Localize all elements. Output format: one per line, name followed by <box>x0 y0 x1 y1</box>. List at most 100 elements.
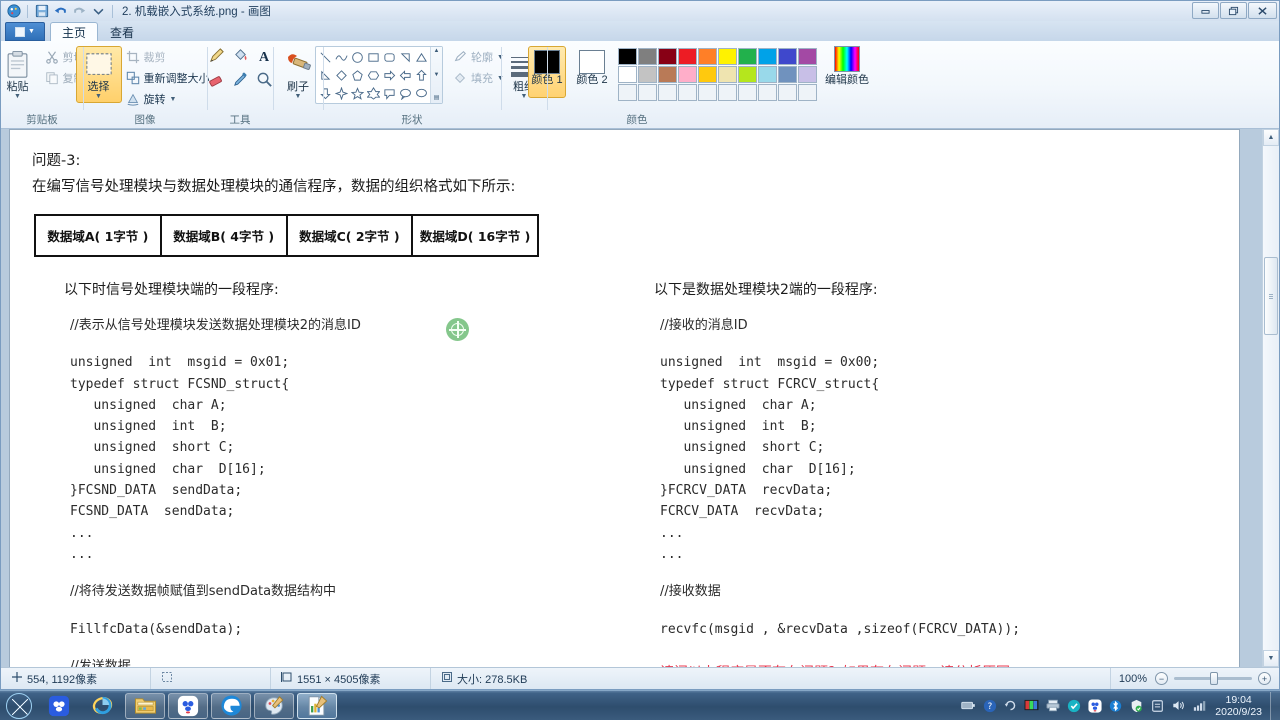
palette-swatch[interactable] <box>758 48 777 65</box>
bluetooth-icon[interactable] <box>1108 698 1123 713</box>
paste-button[interactable]: 粘贴 ▼ <box>0 46 41 103</box>
resize-button[interactable]: 重新调整大小 <box>122 68 215 88</box>
edit-colors-button[interactable]: 编辑颜色 <box>824 46 870 87</box>
shape-right-arrow[interactable] <box>381 66 397 84</box>
network-icon[interactable] <box>1192 698 1207 713</box>
palette-swatch[interactable] <box>778 48 797 65</box>
palette-swatch[interactable] <box>718 66 737 83</box>
palette-swatch[interactable] <box>738 84 757 101</box>
zoom-slider-thumb[interactable] <box>1210 672 1218 685</box>
palette-swatch[interactable] <box>798 48 817 65</box>
redo-icon[interactable] <box>71 3 88 19</box>
select-button[interactable]: 选择 ▼ <box>75 46 122 103</box>
color-picker-tool-button[interactable] <box>228 70 252 94</box>
palette-swatch[interactable] <box>658 66 677 83</box>
baidu-icon[interactable] <box>1087 698 1102 713</box>
shape-hexagon[interactable] <box>365 66 381 84</box>
shape-rounded-callout[interactable] <box>381 84 397 102</box>
minimize-button[interactable] <box>1192 2 1219 19</box>
taskbar-item-baidu-netdisk-pinned[interactable] <box>39 693 79 719</box>
palette-swatch[interactable] <box>658 48 677 65</box>
taskbar-item-internet-explorer[interactable] <box>82 693 122 719</box>
tab-home[interactable]: 主页 <box>50 22 99 41</box>
shape-left-arrow[interactable] <box>397 66 413 84</box>
zoom-slider[interactable] <box>1174 672 1252 685</box>
shield-icon[interactable] <box>1129 698 1144 713</box>
scroll-up-arrow-icon[interactable]: ▲ <box>1263 129 1279 146</box>
canvas-vertical-scrollbar[interactable]: ▲ ▼ <box>1262 129 1279 667</box>
application-menu-button[interactable]: ▼ <box>5 22 45 41</box>
save-icon[interactable] <box>33 3 50 19</box>
help-icon[interactable]: ? <box>982 698 997 713</box>
printer-icon[interactable] <box>1045 698 1060 713</box>
palette-swatch[interactable] <box>778 84 797 101</box>
outline-button[interactable]: 轮廓 ▼ <box>449 47 509 67</box>
palette-swatch[interactable] <box>678 66 697 83</box>
taskbar-item-paint-window-2[interactable] <box>297 692 337 719</box>
palette-swatch[interactable] <box>638 48 657 65</box>
taskbar-item-paint-window-1[interactable] <box>254 692 294 719</box>
zoom-in-button[interactable]: + <box>1258 672 1271 685</box>
color1-button[interactable]: 颜色 1 <box>528 46 566 98</box>
shape-cloud-callout[interactable] <box>413 84 429 102</box>
shape-five-point-star[interactable] <box>349 84 365 102</box>
shape-rounded-rectangle[interactable] <box>381 48 397 66</box>
close-button[interactable] <box>1248 2 1277 19</box>
crop-button[interactable]: 裁剪 <box>122 47 215 67</box>
taskbar-clock[interactable]: 19:04 2020/9/23 <box>1211 694 1270 718</box>
palette-swatch[interactable] <box>658 84 677 101</box>
palette-swatch[interactable] <box>678 48 697 65</box>
shape-four-point-star[interactable] <box>333 84 349 102</box>
shapes-gallery-scroll[interactable]: ▲ ▼ ▤ <box>430 47 443 103</box>
antivirus-icon[interactable] <box>1066 698 1081 713</box>
shape-triangle[interactable] <box>413 48 429 66</box>
palette-swatch[interactable] <box>638 66 657 83</box>
start-button[interactable] <box>2 692 36 720</box>
scrollbar-thumb[interactable] <box>1264 257 1278 335</box>
eraser-tool-button[interactable] <box>204 70 228 94</box>
action-center-icon[interactable] <box>1150 698 1165 713</box>
palette-swatch[interactable] <box>798 84 817 101</box>
taskbar-item-microsoft-edge[interactable] <box>211 692 251 719</box>
color2-button[interactable]: 颜色 2 <box>573 46 611 98</box>
shape-line[interactable] <box>317 48 333 66</box>
pencil-tool-button[interactable] <box>204 46 228 70</box>
taskbar-item-file-explorer[interactable] <box>125 692 165 719</box>
palette-swatch[interactable] <box>738 66 757 83</box>
restore-button[interactable] <box>1220 2 1247 19</box>
palette-swatch[interactable] <box>778 66 797 83</box>
palette-swatch[interactable] <box>758 66 777 83</box>
palette-swatch[interactable] <box>698 84 717 101</box>
shape-up-arrow[interactable] <box>413 66 429 84</box>
graphics-icon[interactable] <box>1024 698 1039 713</box>
palette-swatch[interactable] <box>738 48 757 65</box>
palette-swatch[interactable] <box>618 48 637 65</box>
battery-icon[interactable] <box>961 698 976 713</box>
palette-swatch[interactable] <box>678 84 697 101</box>
image-canvas[interactable]: 问题-3: 在编写信号处理模块与数据处理模块的通信程序，数据的组织格式如下所示:… <box>9 129 1240 667</box>
palette-swatch[interactable] <box>618 84 637 101</box>
show-desktop-button[interactable] <box>1270 691 1280 720</box>
shape-rectangle[interactable] <box>365 48 381 66</box>
taskbar-item-baidu-netdisk[interactable] <box>168 692 208 719</box>
gallery-expand-icon[interactable]: ▤ <box>431 95 442 102</box>
shape-diamond[interactable] <box>333 66 349 84</box>
paint-app-icon[interactable] <box>5 3 22 19</box>
shape-down-arrow[interactable] <box>317 84 333 102</box>
shapes-gallery[interactable]: ▲ ▼ ▤ <box>315 46 444 104</box>
volume-icon[interactable] <box>1171 698 1186 713</box>
shape-right-triangle[interactable] <box>397 48 413 66</box>
shape-pentagon[interactable] <box>349 66 365 84</box>
customize-qat-icon[interactable] <box>90 3 107 19</box>
rotate-button[interactable]: 旋转 ▼ <box>122 89 215 109</box>
palette-swatch[interactable] <box>638 84 657 101</box>
palette-swatch[interactable] <box>698 48 717 65</box>
palette-swatch[interactable] <box>758 84 777 101</box>
chevron-down-icon[interactable]: ▼ <box>431 72 442 79</box>
shape-six-point-star[interactable] <box>365 84 381 102</box>
palette-swatch[interactable] <box>698 66 717 83</box>
shape-oval-callout[interactable] <box>397 84 413 102</box>
update-icon[interactable] <box>1003 698 1018 713</box>
chevron-up-icon[interactable]: ▲ <box>431 48 442 55</box>
palette-swatch[interactable] <box>718 84 737 101</box>
